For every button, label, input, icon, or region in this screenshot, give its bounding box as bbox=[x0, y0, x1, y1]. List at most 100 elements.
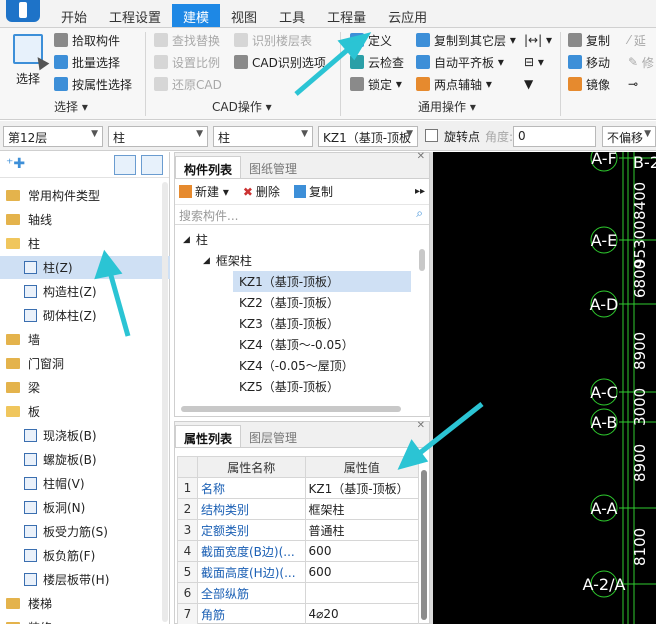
tree-item[interactable]: 现浇板(B) bbox=[0, 424, 170, 447]
select-group-label[interactable]: 选择 ▾ bbox=[54, 98, 88, 115]
find-replace-button[interactable]: 查找替换 bbox=[154, 30, 220, 50]
property-row[interactable]: 1 名称 KZ1（基顶-顶板） bbox=[177, 477, 420, 499]
trim-button[interactable]: ✎ 修 bbox=[628, 52, 654, 72]
tree-item[interactable]: 装修 bbox=[0, 616, 170, 624]
select-by-property-button[interactable]: 按属性选择 bbox=[54, 74, 132, 94]
tree-item[interactable]: 板负筋(F) bbox=[0, 544, 170, 567]
close-icon[interactable]: ✕ bbox=[417, 151, 425, 162]
cad-options-button[interactable]: CAD识别选项 bbox=[234, 52, 326, 72]
tree-item[interactable]: 轴线 bbox=[0, 208, 170, 231]
tree-item[interactable]: 柱(Z) bbox=[0, 256, 170, 279]
tree-item[interactable]: 常用构件类型 bbox=[0, 184, 170, 207]
floor-select[interactable]: 第12层 ▼ bbox=[3, 126, 103, 147]
tree-item[interactable]: 板洞(N) bbox=[0, 496, 170, 519]
property-row[interactable]: 2 结构类别 框架柱 bbox=[177, 498, 420, 520]
tree-item[interactable]: 梁 bbox=[0, 376, 170, 399]
property-row[interactable]: 5 截面高度(H边)(... 600 bbox=[177, 561, 420, 583]
component-list-item[interactable]: KZ3（基顶-顶板） bbox=[233, 313, 411, 334]
type-select-secondary[interactable]: 柱 ▼ bbox=[213, 126, 313, 147]
tree-item[interactable]: 螺旋板(B) bbox=[0, 448, 170, 471]
component-list-item[interactable]: KZ4（-0.05～屋顶） bbox=[233, 355, 411, 376]
mirror-button[interactable]: 镜像 bbox=[568, 74, 610, 94]
tab-tools[interactable]: 工具 bbox=[268, 4, 316, 27]
offset-select[interactable]: 不偏移 ▼ bbox=[602, 126, 656, 147]
property-value[interactable]: 框架柱 bbox=[304, 498, 420, 520]
new-component-button[interactable]: 新建 ▾ bbox=[179, 183, 229, 200]
set-scale-button[interactable]: 设置比例 bbox=[154, 52, 220, 72]
extend-button[interactable]: ⁄ 延 bbox=[628, 30, 646, 50]
property-vscroll[interactable] bbox=[421, 470, 427, 620]
move-button[interactable]: 移动 bbox=[568, 52, 610, 72]
cad-group-label[interactable]: CAD操作 ▾ bbox=[212, 98, 272, 115]
tab-component-list[interactable]: 构件列表 bbox=[175, 156, 242, 178]
grid-view-icon[interactable] bbox=[141, 155, 163, 175]
component-list-item[interactable]: KZ2（基顶-顶板） bbox=[233, 292, 411, 313]
tree-item[interactable]: 柱 bbox=[0, 232, 170, 255]
tab-layer-management[interactable]: 图层管理 bbox=[241, 425, 305, 447]
tree-item[interactable]: 砌体柱(Z) bbox=[0, 304, 170, 327]
tree-item[interactable]: 板 bbox=[0, 400, 170, 423]
property-value[interactable]: KZ1（基顶-顶板） bbox=[304, 477, 420, 499]
tree-item[interactable]: 板受力筋(S) bbox=[0, 520, 170, 543]
tree-item[interactable]: 墙 bbox=[0, 328, 170, 351]
offset-tool-button[interactable]: ⊸ bbox=[628, 74, 638, 94]
delete-component-button[interactable]: ✖ 删除 bbox=[243, 183, 280, 200]
property-value[interactable]: 普通柱 bbox=[304, 519, 420, 541]
cad-drawing-canvas[interactable]: A-F A-E A-D A-C A-B A-A A-2/A B-2 8400 95300 6800 8… bbox=[433, 152, 656, 624]
component-list-item[interactable]: KZ5（基顶-顶板） bbox=[233, 376, 411, 397]
property-row[interactable]: 4 截面宽度(B边)(... 600 bbox=[177, 540, 420, 562]
filter-button[interactable]: ▼ bbox=[524, 74, 533, 94]
tree-scrollbar[interactable] bbox=[162, 182, 168, 622]
copy-button[interactable]: 复制 bbox=[568, 30, 610, 50]
extend-width-button[interactable]: |↔| ▾ bbox=[524, 30, 552, 50]
property-value[interactable]: 600 bbox=[304, 540, 420, 562]
property-value[interactable]: 4⌀20 bbox=[304, 603, 420, 624]
tab-quantities[interactable]: 工程量 bbox=[316, 4, 377, 27]
auto-align-slab-button[interactable]: 自动平齐板 ▾ bbox=[416, 52, 504, 72]
tab-drawing-management[interactable]: 图纸管理 bbox=[241, 156, 305, 178]
add-icon[interactable]: ⁺✚ bbox=[6, 156, 25, 172]
component-list-item[interactable]: KZ1（基顶-顶板） bbox=[233, 271, 411, 292]
property-value[interactable]: 600 bbox=[304, 561, 420, 583]
lock-button[interactable]: 锁定 ▾ bbox=[350, 74, 402, 94]
identify-floor-table-button[interactable]: 识别楼层表 bbox=[234, 30, 312, 50]
property-row[interactable]: 6 全部纵筋 bbox=[177, 582, 420, 604]
tab-start[interactable]: 开始 bbox=[50, 4, 98, 27]
tree-item[interactable]: 构造柱(Z) bbox=[0, 280, 170, 303]
search-icon[interactable]: ⌕ bbox=[416, 206, 423, 221]
tab-project-settings[interactable]: 工程设置 bbox=[98, 4, 172, 27]
type-select-primary[interactable]: 柱 ▼ bbox=[108, 126, 208, 147]
rotate-point-checkbox[interactable] bbox=[425, 129, 438, 142]
tab-property-list[interactable]: 属性列表 bbox=[175, 425, 242, 447]
tree-item[interactable]: 门窗洞 bbox=[0, 352, 170, 375]
component-search-input[interactable]: 搜索构件... ⌕ bbox=[175, 205, 429, 225]
tree-item[interactable]: 柱帽(V) bbox=[0, 472, 170, 495]
list-view-icon[interactable] bbox=[114, 155, 136, 175]
two-point-axis-button[interactable]: 两点辅轴 ▾ bbox=[416, 74, 492, 94]
property-row[interactable]: 3 定额类别 普通柱 bbox=[177, 519, 420, 541]
cloud-check-button[interactable]: 云检查 bbox=[350, 52, 404, 72]
tab-modeling[interactable]: 建模 bbox=[172, 4, 221, 27]
property-row[interactable]: 7 角筋 4⌀20 bbox=[177, 603, 420, 624]
component-hscroll[interactable] bbox=[181, 406, 401, 412]
close-icon[interactable]: ✕ bbox=[417, 420, 425, 431]
more-icon[interactable]: ▸▸ bbox=[415, 186, 425, 197]
tab-cloud[interactable]: 云应用 bbox=[377, 4, 438, 27]
tree-item[interactable]: 楼层板带(H) bbox=[0, 568, 170, 591]
tree-item[interactable]: 楼梯 bbox=[0, 592, 170, 615]
component-select[interactable]: KZ1（基顶-顶板 ▼ bbox=[318, 126, 418, 147]
property-value[interactable] bbox=[304, 582, 420, 604]
restore-cad-button[interactable]: 还原CAD bbox=[154, 74, 222, 94]
general-group-label[interactable]: 通用操作 ▾ bbox=[418, 98, 476, 115]
tab-view[interactable]: 视图 bbox=[220, 4, 268, 27]
select-big-button[interactable]: 选择 bbox=[8, 32, 48, 98]
angle-input[interactable]: 0 bbox=[513, 126, 596, 147]
copy-component-button[interactable]: 复制 bbox=[293, 183, 333, 200]
tree-group-frame-column[interactable]: ◢ 框架柱 bbox=[203, 250, 252, 271]
tree-root-column[interactable]: ◢ 柱 bbox=[183, 229, 208, 250]
component-vscroll[interactable] bbox=[419, 249, 425, 271]
copy-to-other-layers-button[interactable]: 复制到其它层 ▾ bbox=[416, 30, 516, 50]
component-list-item[interactable]: KZ4（基顶～-0.05） bbox=[233, 334, 411, 355]
align-button[interactable]: ⊟ ▾ bbox=[524, 52, 544, 72]
batch-select-button[interactable]: 批量选择 bbox=[54, 52, 120, 72]
